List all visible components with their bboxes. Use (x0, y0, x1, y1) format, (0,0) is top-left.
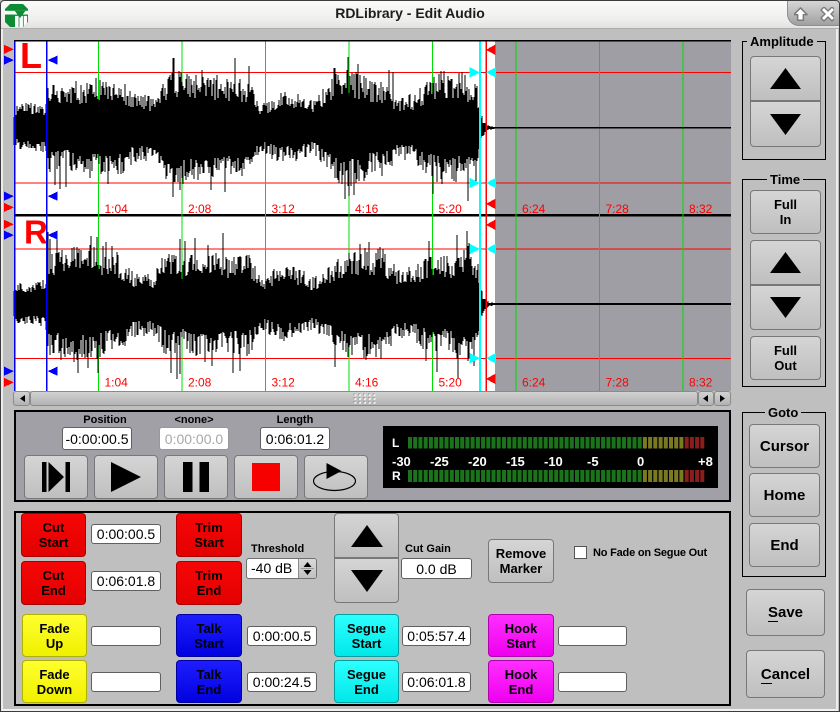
svg-text:5:20: 5:20 (439, 376, 463, 390)
svg-text:-30: -30 (392, 454, 411, 469)
svg-text:L: L (392, 436, 399, 450)
svg-text:L: L (20, 36, 42, 76)
svg-text:3:12: 3:12 (272, 376, 296, 390)
svg-text:-25: -25 (430, 454, 449, 469)
svg-text:6:24: 6:24 (522, 202, 546, 216)
svg-text:2:08: 2:08 (188, 202, 212, 216)
svg-text:4:16: 4:16 (355, 376, 379, 390)
svg-text:-5: -5 (587, 454, 599, 469)
svg-text:R: R (392, 469, 401, 483)
svg-text:3:12: 3:12 (272, 202, 296, 216)
svg-text:7:28: 7:28 (606, 376, 630, 390)
svg-text:7:28: 7:28 (606, 202, 630, 216)
svg-text:-20: -20 (468, 454, 487, 469)
svg-text:2:08: 2:08 (188, 376, 212, 390)
svg-text:8:32: 8:32 (689, 202, 713, 216)
svg-text:-15: -15 (506, 454, 525, 469)
svg-text:1:04: 1:04 (105, 376, 129, 390)
svg-text:5:20: 5:20 (439, 202, 463, 216)
svg-text:4:16: 4:16 (355, 202, 379, 216)
svg-text:0: 0 (637, 454, 644, 469)
svg-text:R: R (24, 214, 48, 251)
svg-text:1:04: 1:04 (105, 202, 129, 216)
svg-text:8:32: 8:32 (689, 376, 713, 390)
svg-text:-10: -10 (544, 454, 563, 469)
svg-text:+8: +8 (698, 454, 713, 469)
svg-text:6:24: 6:24 (522, 376, 546, 390)
